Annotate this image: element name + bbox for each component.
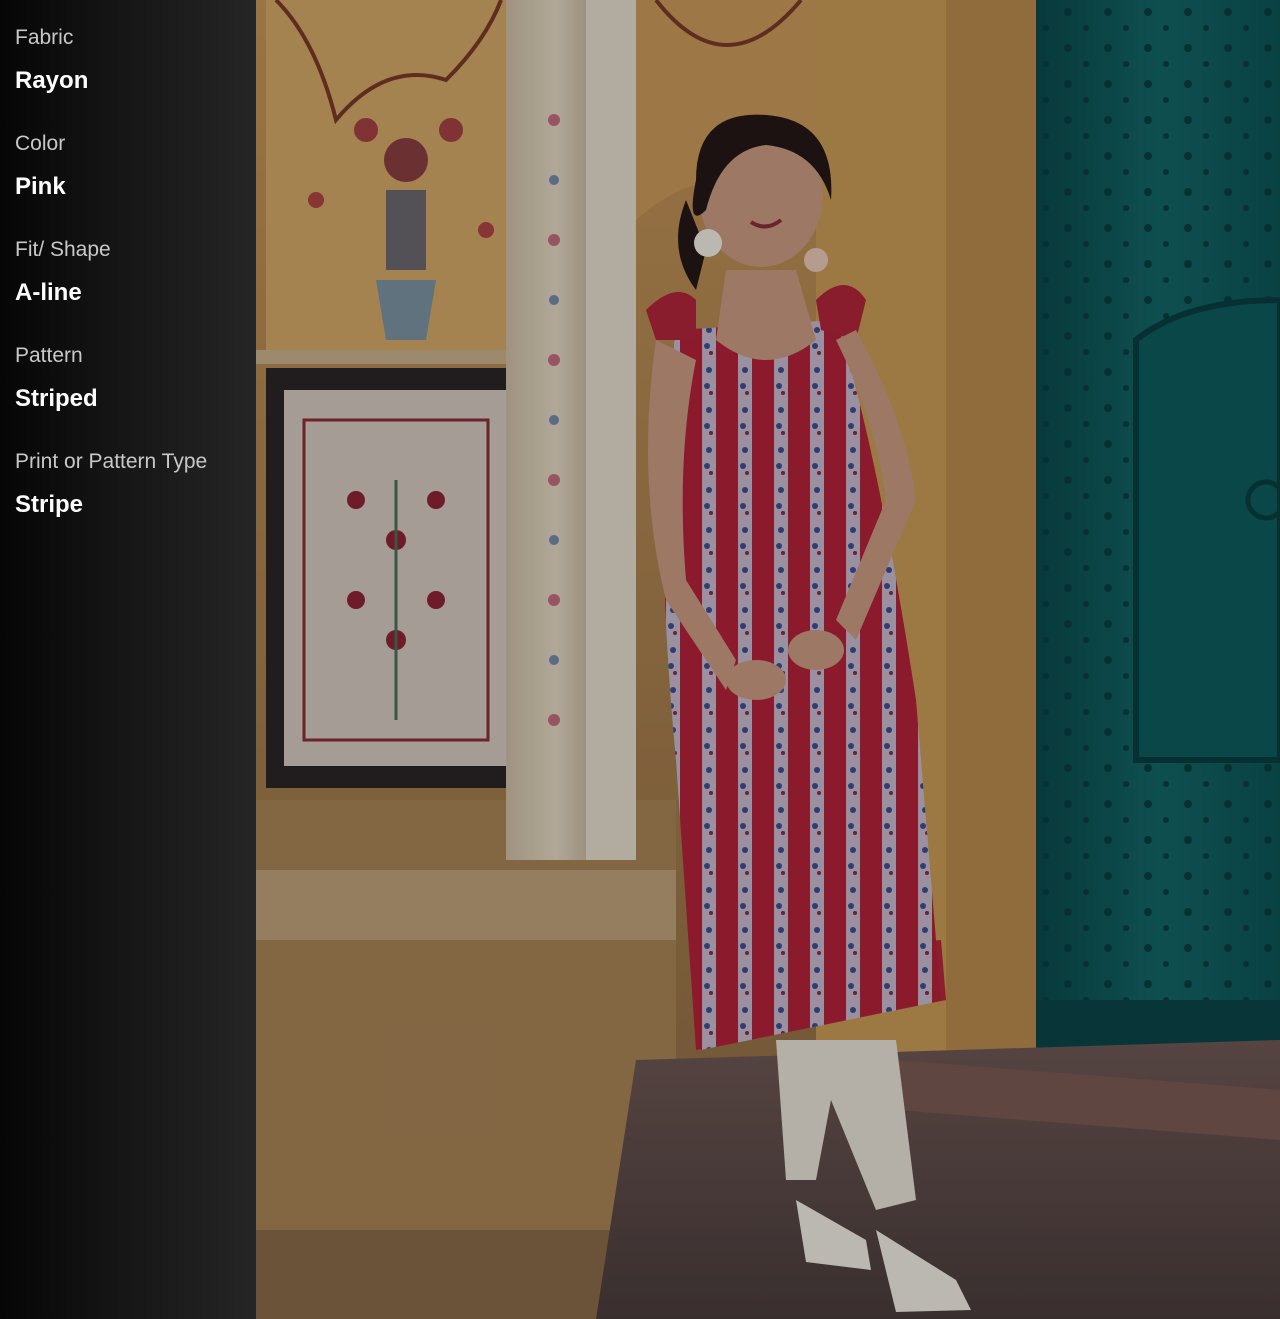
attribute-fit-shape: Fit/ Shape A-line (15, 238, 111, 307)
product-photo (256, 0, 1280, 1319)
attribute-value: A-line (15, 279, 82, 306)
attribute-value: Stripe (15, 491, 84, 518)
attribute-value: Pink (15, 173, 66, 200)
attributes-panel: Fabric Rayon Color Pink Fit/ Shape A-lin… (0, 0, 256, 1319)
attribute-label: Color (15, 132, 66, 155)
attribute-label: Fit/ Shape (15, 238, 111, 261)
attribute-label: Print or Pattern Type (15, 450, 208, 473)
attribute-pattern: Pattern Striped (15, 344, 98, 413)
attribute-value: Rayon (15, 67, 89, 94)
page: Fabric Rayon Color Pink Fit/ Shape A-lin… (0, 0, 1280, 1319)
attribute-color: Color Pink (15, 132, 66, 201)
attribute-label: Fabric (15, 26, 74, 49)
attribute-label: Pattern (15, 344, 83, 367)
attribute-fabric: Fabric Rayon (15, 26, 88, 95)
attribute-value: Striped (15, 385, 98, 412)
product-photo-illustration (256, 0, 1280, 1319)
attribute-print-type: Print or Pattern Type Stripe (15, 450, 207, 519)
